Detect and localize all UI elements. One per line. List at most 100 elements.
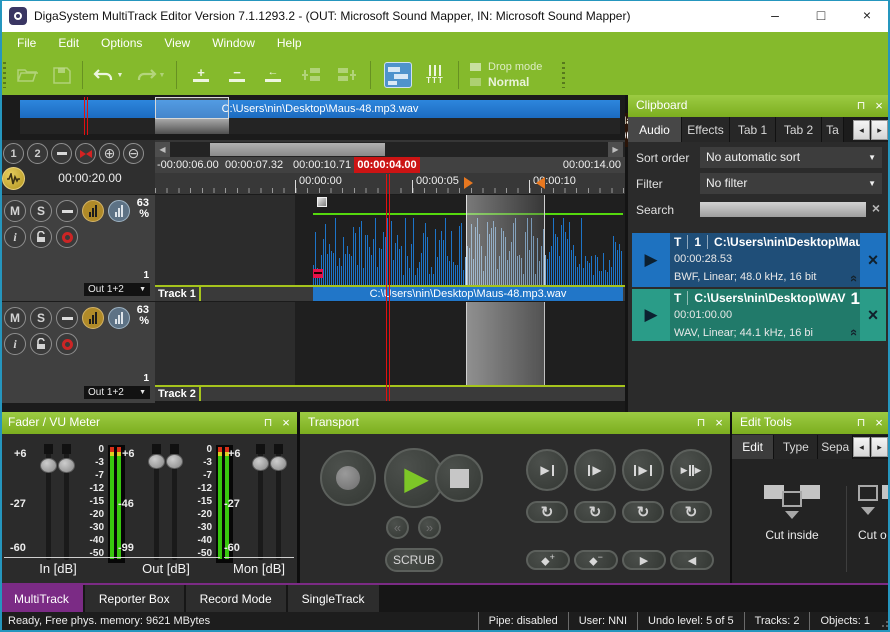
time-ruler[interactable]: 00:00:00 00:00:05 00:00:10	[155, 173, 625, 194]
mark-out-marker-icon[interactable]	[536, 177, 545, 189]
zoom-to-marks-button[interactable]	[75, 143, 96, 164]
record-arm-button[interactable]	[56, 226, 78, 248]
save-icon[interactable]	[48, 61, 76, 89]
maximize-button[interactable]: □	[798, 0, 844, 32]
fader-knob[interactable]	[58, 458, 75, 473]
tab-1[interactable]: Tab 1	[730, 117, 776, 142]
tab-record-mode[interactable]: Record Mode	[186, 585, 286, 612]
drop-mode-icon[interactable]	[470, 63, 481, 71]
meter-blue-icon[interactable]	[108, 200, 130, 222]
play-between-marks-button[interactable]: ▶	[622, 449, 664, 491]
tab-singletrack[interactable]: SingleTrack	[288, 585, 379, 612]
track-1-output-select[interactable]: Out 1+2▼	[84, 283, 150, 296]
tab-scroll-right-icon[interactable]: ▸	[871, 120, 888, 140]
loop-button[interactable]: ↻	[574, 501, 616, 523]
close-panel-icon[interactable]: ×	[872, 98, 886, 114]
drop-mode-icon2[interactable]	[470, 78, 481, 86]
selection-region[interactable]	[466, 302, 545, 385]
sort-order-select[interactable]: No automatic sort▼	[700, 147, 882, 168]
track-2-output-select[interactable]: Out 1+2▼	[84, 386, 150, 399]
collapse-item-icon[interactable]: «	[847, 329, 860, 336]
info-button[interactable]: i	[4, 333, 26, 355]
menu-file[interactable]: File	[6, 32, 47, 55]
fader-knob[interactable]	[270, 456, 287, 471]
solo-button[interactable]: S	[30, 200, 52, 222]
info-button[interactable]: i	[4, 226, 26, 248]
zoom-preset-2-button[interactable]: 2	[27, 143, 48, 164]
remove-item-icon[interactable]: ×	[860, 289, 886, 341]
pin-icon[interactable]: ⊓	[854, 415, 868, 431]
split-left-icon[interactable]	[296, 61, 326, 89]
undo-dropdown-icon[interactable]: ▼	[117, 72, 124, 79]
close-button[interactable]: ×	[844, 0, 890, 32]
fader-knob[interactable]	[252, 456, 269, 471]
split-right-icon[interactable]	[332, 61, 362, 89]
play-to-mark-button[interactable]: ▶	[526, 449, 568, 491]
lock-button[interactable]	[30, 226, 52, 248]
zoom-preset-1-button[interactable]: 1	[3, 143, 24, 164]
mute-button[interactable]: M	[4, 307, 26, 329]
close-panel-icon[interactable]: ×	[279, 415, 293, 431]
tab-type[interactable]: Type	[774, 435, 818, 459]
collapse-track-button[interactable]	[56, 307, 78, 329]
collapse-item-icon[interactable]: «	[847, 275, 860, 282]
clipboard-item-2[interactable]: ▶ TC:\Users\nin\Desktop\WAV 1 00:01:00.0…	[632, 289, 886, 341]
overview-playhead[interactable]	[84, 97, 88, 135]
menu-help[interactable]: Help	[266, 32, 313, 55]
pin-icon[interactable]: ⊓	[261, 415, 275, 431]
redo-icon[interactable]: ▼	[132, 61, 168, 89]
tab-audio[interactable]: Audio	[628, 117, 682, 142]
tab-multitrack[interactable]: MultiTrack	[0, 585, 83, 612]
meter-gold-icon[interactable]	[82, 200, 104, 222]
menu-window[interactable]: Window	[201, 32, 266, 55]
add-track-icon[interactable]: +	[186, 61, 216, 89]
menu-edit[interactable]: Edit	[47, 32, 90, 55]
scroll-right-icon[interactable]: ▶	[608, 142, 623, 157]
scrub-button[interactable]: SCRUB	[385, 548, 443, 572]
tab-scroll-right-icon[interactable]: ▸	[871, 437, 888, 457]
stop-button[interactable]	[435, 454, 483, 502]
track-2-content[interactable]	[155, 302, 625, 385]
undo-icon[interactable]: ▼	[90, 61, 126, 89]
zoom-out-button[interactable]: ⊖	[123, 143, 144, 164]
tab-separate[interactable]: Sepa	[818, 435, 853, 459]
tab-3[interactable]: Ta	[822, 117, 844, 142]
tab-reporter-box[interactable]: Reporter Box	[85, 585, 184, 612]
clipboard-item-1[interactable]: ▶ T1C:\Users\nin\Desktop\Mau 00:00:28.53…	[632, 233, 886, 287]
play-from-mark-button[interactable]: ▶	[574, 449, 616, 491]
tab-edit[interactable]: Edit	[732, 435, 774, 459]
cut-outside-tool[interactable]: Cut o	[858, 482, 890, 542]
tab-2[interactable]: Tab 2	[776, 117, 822, 142]
open-icon[interactable]	[14, 61, 42, 89]
scrollbar-thumb[interactable]	[210, 143, 385, 156]
remove-track-icon[interactable]: −	[222, 61, 252, 89]
collapse-button[interactable]	[51, 143, 72, 164]
toolbar-grip[interactable]	[3, 62, 6, 88]
meter-gold-icon[interactable]	[82, 307, 104, 329]
play-icon[interactable]: ▶	[632, 233, 670, 287]
remove-marker-button[interactable]: ◆−	[574, 550, 618, 570]
remove-item-icon[interactable]: ×	[860, 233, 886, 287]
solo-button[interactable]: S	[30, 307, 52, 329]
multitrack-view-icon[interactable]	[382, 61, 414, 89]
cut-inside-tool[interactable]: Cut inside	[742, 482, 842, 542]
record-arm-button[interactable]	[56, 333, 78, 355]
tab-scroll-left-icon[interactable]: ◂	[853, 437, 870, 457]
drop-mode-value[interactable]: Normal	[488, 75, 529, 89]
overview-bar[interactable]: C:\Users\nin\Desktop\Maus-48.mp3.wav	[20, 100, 620, 118]
filter-select[interactable]: No filter▼	[700, 173, 882, 194]
loop-button[interactable]: ↻	[622, 501, 664, 523]
selection-region[interactable]	[466, 195, 545, 285]
menu-view[interactable]: View	[153, 32, 201, 55]
collapse-track-button[interactable]	[56, 200, 78, 222]
fader-knob[interactable]	[148, 454, 165, 469]
overview-view-window[interactable]	[155, 97, 229, 119]
playhead[interactable]	[386, 174, 390, 401]
prev-marker-button[interactable]: ◀	[670, 550, 714, 570]
loop-button[interactable]: ↻	[526, 501, 568, 523]
zoom-in-button[interactable]: ⊕	[99, 143, 120, 164]
track-1-file-bar[interactable]: C:\Users\nin\Desktop\Maus-48.mp3.wav	[313, 287, 623, 301]
play-around-button[interactable]: ▶▶	[670, 449, 712, 491]
mark-in-marker-icon[interactable]	[464, 177, 473, 189]
pin-icon[interactable]: ⊓	[854, 98, 868, 114]
